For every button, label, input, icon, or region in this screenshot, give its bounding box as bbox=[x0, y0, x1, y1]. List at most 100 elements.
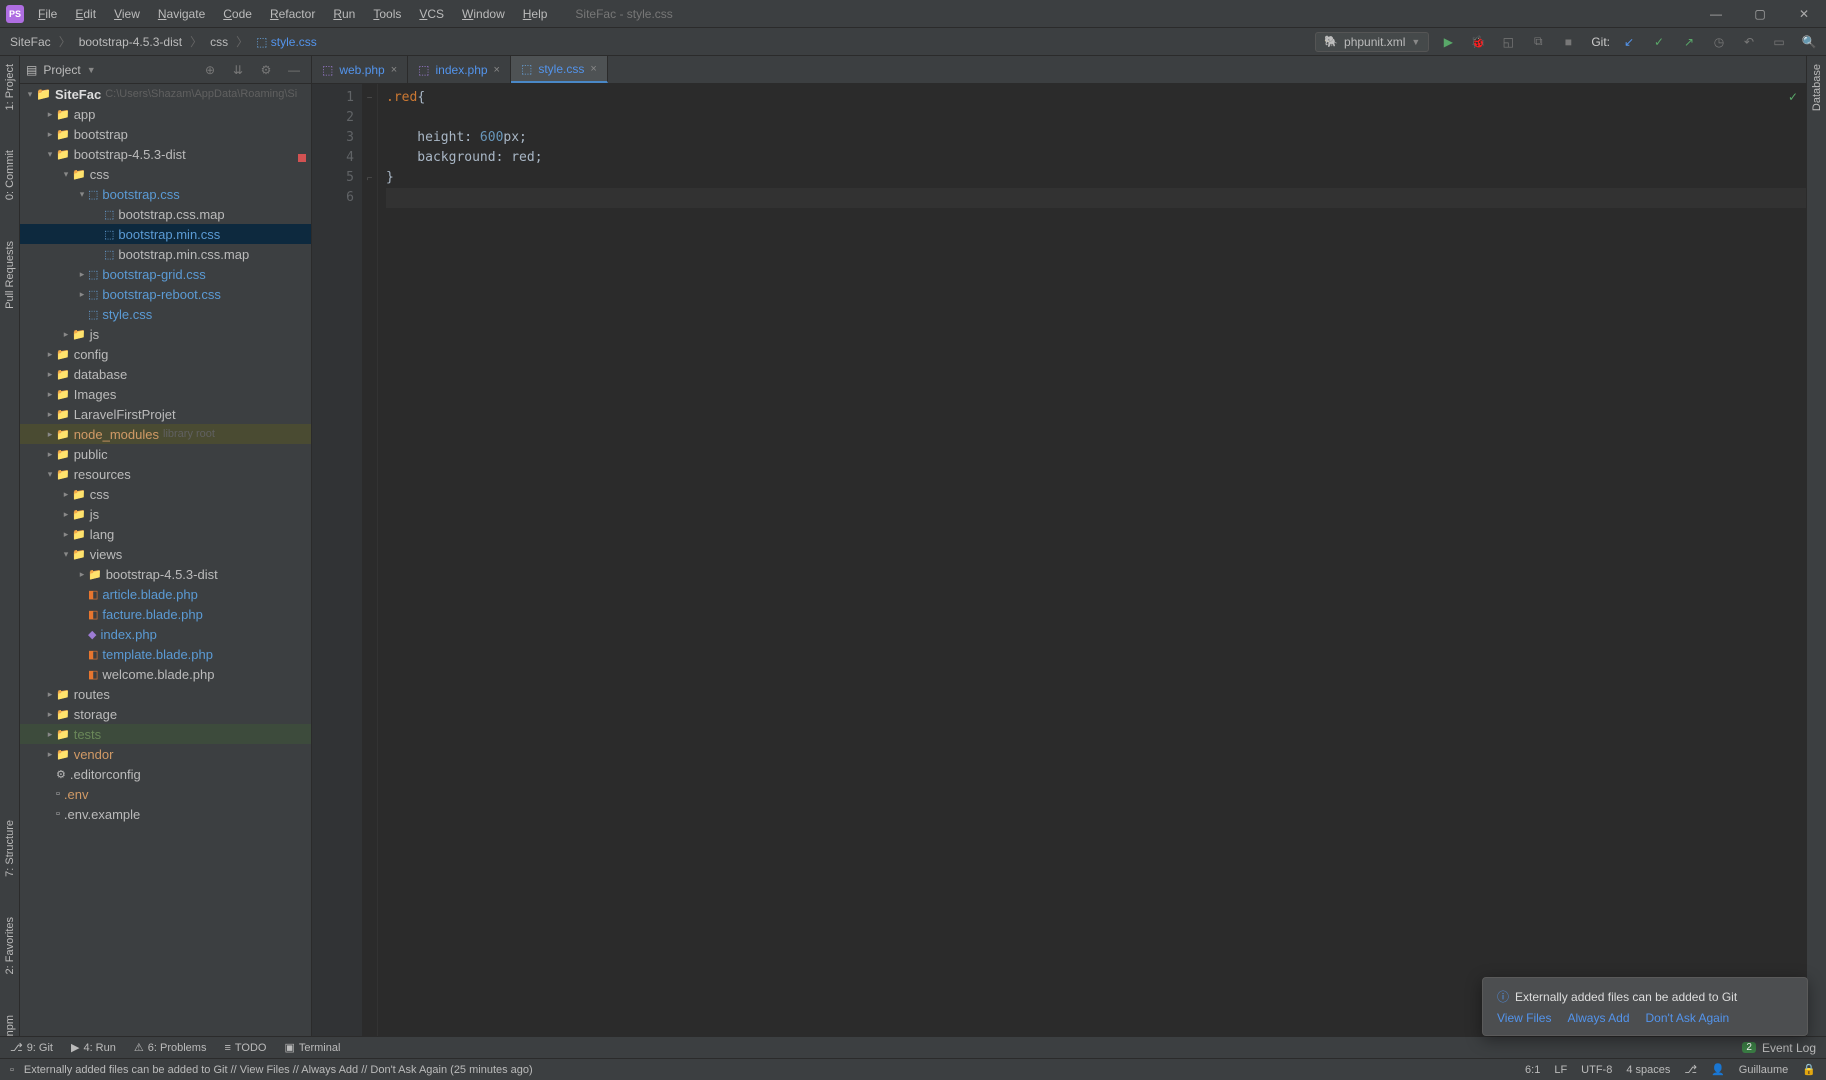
tree-item[interactable]: ▸📁app bbox=[20, 104, 311, 124]
tree-item[interactable]: ▫.env.example bbox=[20, 804, 311, 824]
bottom-tab[interactable]: ▣ Terminal bbox=[284, 1041, 340, 1054]
menu-run[interactable]: Run bbox=[325, 3, 363, 25]
hide-panel-button[interactable]: — bbox=[283, 59, 305, 81]
gutter-line[interactable]: 4 bbox=[312, 148, 354, 168]
maximize-button[interactable]: ▢ bbox=[1738, 0, 1782, 28]
locate-button[interactable]: ⊕ bbox=[199, 59, 221, 81]
tree-item[interactable]: ▸📁js bbox=[20, 324, 311, 344]
tree-item[interactable]: ▾📁resources bbox=[20, 464, 311, 484]
tree-item[interactable]: ▸📁node_moduleslibrary root bbox=[20, 424, 311, 444]
indent-setting[interactable]: 4 spaces bbox=[1626, 1064, 1670, 1076]
inspection-ok-icon[interactable]: ✓ bbox=[1788, 90, 1798, 104]
tree-item[interactable]: ▸📁css bbox=[20, 484, 311, 504]
caret-position[interactable]: 6:1 bbox=[1525, 1064, 1540, 1076]
tree-item[interactable]: ▸📁js bbox=[20, 504, 311, 524]
breadcrumb-item[interactable]: ⬚ style.css bbox=[252, 33, 321, 51]
menu-view[interactable]: View bbox=[106, 3, 148, 25]
menu-edit[interactable]: Edit bbox=[67, 3, 104, 25]
close-icon[interactable]: × bbox=[494, 64, 500, 76]
menu-file[interactable]: File bbox=[30, 3, 65, 25]
fold-marker[interactable] bbox=[362, 108, 377, 128]
run-config-selector[interactable]: 🐘 phpunit.xml ▼ bbox=[1315, 32, 1429, 52]
tree-item[interactable]: ▸📁Images bbox=[20, 384, 311, 404]
ide-settings-button[interactable]: ▭ bbox=[1768, 31, 1790, 53]
event-log-button[interactable]: Event Log bbox=[1762, 1041, 1816, 1055]
tree-item[interactable]: ▸📁bootstrap-4.5.3-dist bbox=[20, 564, 311, 584]
tree-item[interactable]: ◆index.php bbox=[20, 624, 311, 644]
panel-settings-button[interactable]: ⚙ bbox=[255, 59, 277, 81]
tree-item[interactable]: ⬚bootstrap.min.css bbox=[20, 224, 311, 244]
stop-button[interactable]: ■ bbox=[1557, 31, 1579, 53]
tree-item[interactable]: ▸📁LaravelFirstProjet bbox=[20, 404, 311, 424]
breadcrumb-item[interactable]: bootstrap-4.5.3-dist bbox=[75, 33, 186, 51]
fold-marker[interactable] bbox=[362, 148, 377, 168]
tree-item[interactable]: ▸📁vendor bbox=[20, 744, 311, 764]
code-line[interactable] bbox=[386, 188, 1806, 208]
menu-window[interactable]: Window bbox=[454, 3, 513, 25]
editor-body[interactable]: 123456 −⌐ .red{ height: 600px; backgroun… bbox=[312, 84, 1806, 1036]
close-button[interactable]: ✕ bbox=[1782, 0, 1826, 28]
tree-item[interactable]: ▸📁database bbox=[20, 364, 311, 384]
tool-window-toggle-icon[interactable]: ▫ bbox=[10, 1064, 14, 1076]
file-encoding[interactable]: UTF-8 bbox=[1581, 1064, 1612, 1076]
editor-tab[interactable]: ⬚web.php× bbox=[312, 56, 408, 83]
git-update-button[interactable]: ↙ bbox=[1618, 31, 1640, 53]
gutter[interactable]: 123456 bbox=[312, 84, 362, 1036]
profiler-button[interactable]: ⧉ bbox=[1527, 31, 1549, 53]
menu-refactor[interactable]: Refactor bbox=[262, 3, 323, 25]
code-line[interactable]: } bbox=[386, 168, 1806, 188]
git-commit-button[interactable]: ✓ bbox=[1648, 31, 1670, 53]
coverage-button[interactable]: ◱ bbox=[1497, 31, 1519, 53]
tool-tab----structure[interactable]: 7: Structure bbox=[4, 820, 16, 877]
close-icon[interactable]: × bbox=[391, 64, 397, 76]
tree-item[interactable]: ▫.env bbox=[20, 784, 311, 804]
tree-item[interactable]: ▸📁public bbox=[20, 444, 311, 464]
tree-item[interactable]: ▸📁config bbox=[20, 344, 311, 364]
git-push-button[interactable]: ↗ bbox=[1678, 31, 1700, 53]
tree-item[interactable]: ◧facture.blade.php bbox=[20, 604, 311, 624]
fold-marker[interactable] bbox=[362, 188, 377, 208]
fold-marker[interactable] bbox=[362, 128, 377, 148]
menu-help[interactable]: Help bbox=[515, 3, 556, 25]
tree-item[interactable]: ▸📁bootstrap bbox=[20, 124, 311, 144]
gutter-line[interactable]: 2 bbox=[312, 108, 354, 128]
minimize-button[interactable]: — bbox=[1694, 0, 1738, 28]
project-tree[interactable]: ▾📁SiteFacC:\Users\Shazam\AppData\Roaming… bbox=[20, 84, 311, 1036]
breadcrumb-item[interactable]: SiteFac bbox=[6, 33, 55, 51]
code-line[interactable]: height: 600px; bbox=[386, 128, 1806, 148]
code-area[interactable]: .red{ height: 600px; background: red;} bbox=[378, 84, 1806, 1036]
tree-item[interactable]: ▸📁lang bbox=[20, 524, 311, 544]
tool-tab----commit[interactable]: 0: Commit bbox=[4, 150, 16, 200]
menu-navigate[interactable]: Navigate bbox=[150, 3, 213, 25]
gutter-line[interactable]: 1 bbox=[312, 88, 354, 108]
tree-item[interactable]: ⬚bootstrap.min.css.map bbox=[20, 244, 311, 264]
tool-tab----favorites[interactable]: 2: Favorites bbox=[4, 917, 16, 974]
lock-icon[interactable]: 🔒 bbox=[1802, 1063, 1816, 1076]
popup-link[interactable]: View Files bbox=[1497, 1011, 1551, 1025]
tool-tab-npm[interactable]: npm bbox=[4, 1015, 16, 1036]
project-panel-title[interactable]: ▤ Project ▼ bbox=[26, 63, 96, 77]
collapse-button[interactable]: ⇊ bbox=[227, 59, 249, 81]
popup-link[interactable]: Always Add bbox=[1567, 1011, 1629, 1025]
tree-item[interactable]: ▸📁tests bbox=[20, 724, 311, 744]
fold-column[interactable]: −⌐ bbox=[362, 84, 378, 1036]
bottom-tab[interactable]: ≡ TODO bbox=[224, 1042, 266, 1054]
bottom-tab[interactable]: ⚠ 6: Problems bbox=[134, 1041, 207, 1054]
tree-item[interactable]: ▸⬚bootstrap-reboot.css bbox=[20, 284, 311, 304]
bottom-tab[interactable]: ⎇ 9: Git bbox=[10, 1041, 53, 1054]
run-button[interactable]: ▶ bbox=[1437, 31, 1459, 53]
tree-item[interactable]: ▾📁views bbox=[20, 544, 311, 564]
git-history-button[interactable]: ◷ bbox=[1708, 31, 1730, 53]
code-line[interactable] bbox=[386, 108, 1806, 128]
line-separator[interactable]: LF bbox=[1554, 1064, 1567, 1076]
tree-item[interactable]: ▾📁bootstrap-4.5.3-dist bbox=[20, 144, 311, 164]
menu-tools[interactable]: Tools bbox=[365, 3, 409, 25]
bottom-tab[interactable]: ▶ 4: Run bbox=[71, 1041, 116, 1054]
tree-item[interactable]: ▸⬚bootstrap-grid.css bbox=[20, 264, 311, 284]
fold-marker[interactable]: − bbox=[362, 88, 377, 108]
tree-item[interactable]: ▸📁storage bbox=[20, 704, 311, 724]
debug-button[interactable]: 🐞 bbox=[1467, 31, 1489, 53]
gutter-line[interactable]: 3 bbox=[312, 128, 354, 148]
tree-item[interactable]: ⬚bootstrap.css.map bbox=[20, 204, 311, 224]
tree-item[interactable]: ⚙.editorconfig bbox=[20, 764, 311, 784]
